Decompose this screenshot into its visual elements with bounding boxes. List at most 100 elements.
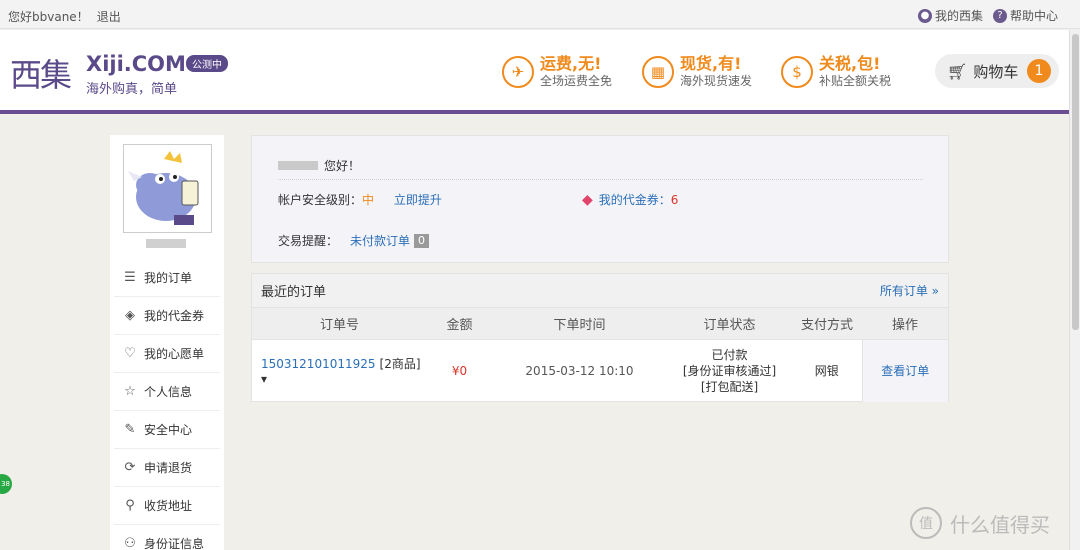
sidebar-item-label: 我的心愿单 xyxy=(144,347,205,361)
watermark-text: 什么值得买 xyxy=(950,512,1050,537)
header: 西集 Xiji.COM 公测中 海外购真，简单 ✈ 运费,无! 全场运费全免 ▦… xyxy=(0,30,1080,114)
logout-link[interactable]: 退出 xyxy=(97,10,121,24)
order-time: 2015-03-12 10:10 xyxy=(492,339,667,402)
sidebar-item-label: 收货地址 xyxy=(144,499,193,513)
recent-orders: 最近的订单 所有订单 » 订单号 金额 下单时间 订单状态 支付方式 操作 15… xyxy=(251,273,949,402)
coupon-summary: ◆ 我的代金券： 6 xyxy=(582,191,678,208)
promo-title: 现货,有! xyxy=(680,54,742,73)
col-amount: 金额 xyxy=(427,307,492,340)
promo-sub: 全场运费全免 xyxy=(540,74,613,88)
coupon-tag-icon: ◆ xyxy=(582,191,593,208)
view-order-link[interactable]: 查看订单 xyxy=(881,364,929,378)
order-payment: 网银 xyxy=(792,339,862,402)
orders-table: 订单号 金额 下单时间 订单状态 支付方式 操作 150312101011925… xyxy=(252,307,948,402)
recent-orders-header: 最近的订单 所有订单 » xyxy=(252,274,948,307)
col-action: 操作 xyxy=(862,307,948,340)
sidebar-item-label: 安全中心 xyxy=(144,423,193,437)
promo-free-shipping: ✈ 运费,无! 全场运费全免 xyxy=(502,52,612,92)
sidebar-item-orders[interactable]: ☰ 我的订单 xyxy=(114,259,220,297)
avatar[interactable] xyxy=(123,144,212,233)
order-amount: ¥0 xyxy=(427,339,492,402)
all-orders-link[interactable]: 所有订单 » xyxy=(880,282,939,299)
promo-title: 运费,无! xyxy=(540,54,602,73)
id-card-icon: ⚇ xyxy=(124,536,136,550)
improve-security-link[interactable]: 立即提升 xyxy=(394,193,442,207)
star-icon: ☆ xyxy=(124,384,136,399)
order-status: 已付款 [身份证审核通过] [打包配送] xyxy=(667,339,792,402)
user-icon: ● xyxy=(917,8,932,23)
page-scrollbar[interactable] xyxy=(1069,30,1080,550)
promo-sub: 补贴全额关税 xyxy=(819,74,892,88)
heart-icon: ♡ xyxy=(124,346,136,361)
top-bar-right: ● 我的西集 ? 帮助中心 xyxy=(908,7,1058,24)
site-logo[interactable]: 西集 Xiji.COM 公测中 海外购真，简单 xyxy=(10,48,240,98)
location-icon: ⚲ xyxy=(125,498,135,513)
help-center-link[interactable]: ? 帮助中心 xyxy=(992,7,1058,24)
divider xyxy=(278,179,923,180)
coupon-link[interactable]: 我的代金券： xyxy=(599,191,671,208)
promo-title: 关税,包! xyxy=(819,54,881,73)
account-summary: 您好！ 帐户安全级别：中 立即提升 ◆ 我的代金券： 6 交易提醒： 未付款订单… xyxy=(251,135,949,263)
edit-icon: ✎ xyxy=(124,422,136,437)
sidebar-item-wishlist[interactable]: ♡ 我的心愿单 xyxy=(114,335,220,373)
col-order-status: 订单状态 xyxy=(667,307,792,340)
greeting-text: 您好bbvane！ xyxy=(8,10,89,24)
sidebar-item-coupons[interactable]: ◈ 我的代金券 xyxy=(114,297,220,335)
coupon-count: 6 xyxy=(670,192,679,207)
rhino-mascot-image xyxy=(124,145,211,232)
watermark-logo-icon: 值 xyxy=(910,507,942,539)
unpaid-orders-link[interactable]: 未付款订单 xyxy=(350,232,410,249)
floating-badge[interactable]: 38 xyxy=(0,474,12,494)
order-action-cell: 查看订单 xyxy=(861,339,948,402)
logo-cn: 西集 xyxy=(10,56,72,94)
top-bar: 您好bbvane！ 退出 ● 我的西集 ? 帮助中心 xyxy=(0,0,1080,29)
status-line: [身份证审核通过] xyxy=(682,363,777,378)
remind-label: 交易提醒： xyxy=(278,234,339,248)
help-icon: ? xyxy=(992,8,1007,23)
sidebar-item-profile[interactable]: ☆ 个人信息 xyxy=(114,373,220,411)
order-items-dropdown[interactable]: [2商品] xyxy=(380,357,421,371)
cart-button[interactable]: 🛒︎ 购物车 1 xyxy=(935,54,1059,88)
col-payment: 支付方式 xyxy=(792,307,862,340)
dollar-icon: $ xyxy=(781,56,813,88)
status-line: 已付款 xyxy=(711,347,748,362)
col-order-id: 订单号 xyxy=(252,307,427,340)
cart-label: 购物车 xyxy=(973,62,1019,81)
sidebar-nav: ☰ 我的订单 ◈ 我的代金券 ♡ 我的心愿单 ☆ 个人信息 ✎ 安全中心 ⟳ 申… xyxy=(114,259,220,550)
my-xiji-link[interactable]: ● 我的西集 xyxy=(917,7,983,24)
sidebar-item-returns[interactable]: ⟳ 申请退货 xyxy=(114,449,220,487)
watermark: 值 什么值得买 xyxy=(910,506,1050,540)
logo-slogan: 海外购真，简单 xyxy=(86,82,178,97)
table-header-row: 订单号 金额 下单时间 订单状态 支付方式 操作 xyxy=(252,307,948,340)
username-blurred xyxy=(146,239,186,248)
logo-en: Xiji.COM xyxy=(86,52,186,76)
order-id-link[interactable]: 150312101011925 xyxy=(261,357,376,371)
scrollbar-thumb[interactable] xyxy=(1072,34,1079,330)
beta-badge: 公测中 xyxy=(186,55,228,72)
security-level-value: 中 xyxy=(362,193,375,207)
order-id-cell: 150312101011925 [2商品] ▾ xyxy=(252,339,427,402)
sidebar: ☰ 我的订单 ◈ 我的代金券 ♡ 我的心愿单 ☆ 个人信息 ✎ 安全中心 ⟳ 申… xyxy=(110,135,224,550)
refresh-icon: ⟳ xyxy=(124,460,136,475)
status-line: [打包配送] xyxy=(700,379,759,394)
sidebar-item-id-info[interactable]: ⚇ 身份证信息 xyxy=(114,525,220,550)
promo-tax: $ 关税,包! 补贴全额关税 xyxy=(781,52,891,92)
security-label: 帐户安全级别： xyxy=(278,193,363,207)
cart-icon: 🛒︎ xyxy=(947,61,968,81)
top-bar-left: 您好bbvane！ 退出 xyxy=(8,8,121,25)
username-blurred xyxy=(278,161,318,170)
help-label: 帮助中心 xyxy=(1009,9,1058,23)
trade-reminder: 交易提醒： 未付款订单 0 xyxy=(278,232,430,249)
sidebar-item-label: 我的代金券 xyxy=(144,309,205,323)
col-order-time: 下单时间 xyxy=(492,307,667,340)
sidebar-item-address[interactable]: ⚲ 收货地址 xyxy=(114,487,220,525)
promo-sub: 海外现货速发 xyxy=(680,74,753,88)
promo-in-stock: ▦ 现货,有! 海外现货速发 xyxy=(642,52,752,92)
cart-count-badge: 1 xyxy=(1027,59,1051,83)
tag-icon: ◈ xyxy=(125,308,135,323)
my-xiji-label: 我的西集 xyxy=(934,9,983,23)
security-level: 帐户安全级别：中 立即提升 xyxy=(278,191,442,208)
table-row: 150312101011925 [2商品] ▾ ¥0 2015-03-12 10:… xyxy=(252,339,948,402)
chevron-down-icon[interactable]: ▾ xyxy=(261,372,267,386)
sidebar-item-security[interactable]: ✎ 安全中心 xyxy=(114,411,220,449)
